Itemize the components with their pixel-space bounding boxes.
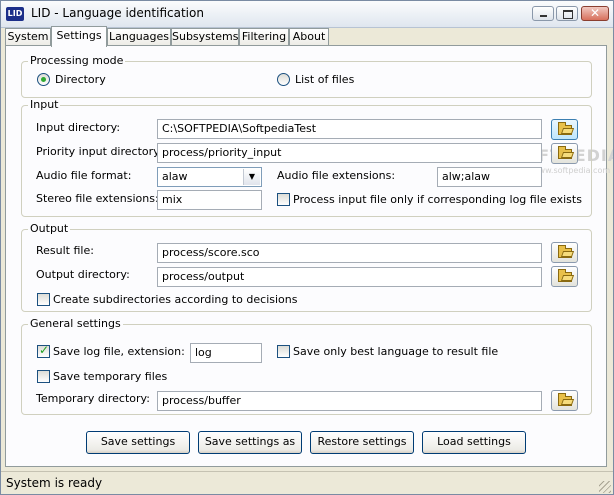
audio-file-format-label: Audio file format:	[36, 169, 132, 182]
tab-filtering[interactable]: Filtering	[239, 28, 289, 46]
input-directory-browse-button[interactable]	[551, 119, 578, 140]
log-extension-input[interactable]: log	[190, 343, 262, 363]
close-icon: ✕	[589, 6, 601, 20]
input-directory-input[interactable]: C:\SOFTPEDIA\SoftpediaTest	[157, 119, 542, 139]
save-log-checkbox[interactable]	[37, 343, 50, 358]
status-bar: System is ready	[1, 471, 613, 494]
save-temp-label[interactable]: Save temporary files	[53, 370, 167, 383]
list-of-files-radio-label[interactable]: List of files	[295, 73, 354, 86]
tab-system[interactable]: System	[5, 28, 51, 46]
priority-input-directory-label: Priority input directory:	[36, 145, 163, 158]
general-settings-group: General settings Save log file, extensio…	[21, 317, 592, 415]
output-directory-input[interactable]: process/output	[157, 267, 542, 287]
audio-file-format-select[interactable]: alaw ▼	[157, 167, 262, 187]
settings-panel: SOFTPEDIA www.softpedia.com Processing m…	[5, 45, 613, 467]
output-group-title: Output	[28, 222, 71, 235]
tab-subsystems[interactable]: Subsystems	[171, 28, 239, 46]
audio-file-extensions-input[interactable]: alw;alaw	[437, 167, 542, 187]
audio-file-extensions-label: Audio file extensions:	[277, 169, 396, 182]
save-log-label[interactable]: Save log file, extension:	[53, 345, 185, 358]
window-title: LID - Language identification	[31, 6, 204, 20]
tab-about[interactable]: About	[289, 28, 329, 46]
temp-directory-input[interactable]: process/buffer	[157, 391, 542, 411]
result-file-input[interactable]: process/score.sco	[157, 243, 542, 263]
create-subdirs-label[interactable]: Create subdirectories according to decis…	[53, 293, 297, 306]
app-icon: LID	[6, 7, 24, 21]
input-group-title: Input	[28, 98, 61, 111]
temp-directory-browse-button[interactable]	[551, 390, 578, 411]
save-best-only-checkbox[interactable]	[277, 345, 290, 358]
save-temp-checkbox[interactable]	[37, 370, 50, 383]
tab-settings[interactable]: Settings	[51, 26, 107, 47]
temp-directory-label: Temporary directory:	[36, 392, 150, 405]
tab-languages[interactable]: Languages	[107, 28, 171, 46]
input-directory-label: Input directory:	[36, 121, 121, 134]
output-directory-label: Output directory:	[36, 268, 130, 281]
open-folder-icon	[558, 122, 572, 135]
process-only-with-log-label[interactable]: Process input file only if corresponding…	[293, 193, 582, 206]
main-window: LID LID - Language identification ✕ Syst…	[0, 0, 614, 495]
minimize-icon	[540, 15, 547, 17]
stereo-file-extensions-label: Stereo file extensions:	[36, 192, 159, 205]
directory-radio[interactable]	[37, 73, 50, 86]
save-settings-as-button[interactable]: Save settings as	[198, 431, 302, 454]
close-button[interactable]: ✕	[581, 6, 609, 21]
process-only-with-log-checkbox[interactable]	[277, 193, 290, 206]
output-group: Output Result file: process/score.sco Ou…	[21, 222, 592, 312]
restore-settings-button[interactable]: Restore settings	[310, 431, 414, 454]
list-of-files-radio[interactable]	[277, 73, 290, 86]
save-settings-button[interactable]: Save settings	[86, 431, 190, 454]
stereo-file-extensions-input[interactable]: mix	[157, 190, 262, 210]
result-file-browse-button[interactable]	[551, 242, 578, 263]
processing-mode-group: Processing mode Directory List of files	[21, 54, 592, 98]
maximize-button[interactable]	[556, 6, 578, 21]
output-directory-browse-button[interactable]	[551, 266, 578, 287]
load-settings-button[interactable]: Load settings	[422, 431, 526, 454]
minimize-button[interactable]	[532, 6, 554, 21]
priority-input-directory-browse-button[interactable]	[551, 143, 578, 164]
save-best-only-label[interactable]: Save only best language to result file	[293, 345, 498, 358]
open-folder-icon	[558, 146, 572, 159]
general-settings-title: General settings	[28, 317, 123, 330]
audio-file-format-value: alaw	[162, 170, 188, 183]
directory-radio-label[interactable]: Directory	[55, 73, 106, 86]
chevron-down-icon[interactable]: ▼	[243, 169, 260, 185]
create-subdirs-checkbox[interactable]	[37, 293, 50, 306]
open-folder-icon	[558, 245, 572, 258]
result-file-label: Result file:	[36, 244, 94, 257]
resize-grip-icon[interactable]	[599, 481, 611, 493]
title-bar[interactable]: LID LID - Language identification ✕	[1, 1, 613, 28]
processing-mode-title: Processing mode	[28, 54, 126, 67]
status-text: System is ready	[6, 476, 103, 490]
open-folder-icon	[558, 393, 572, 406]
priority-input-directory-input[interactable]: process/priority_input	[157, 143, 542, 163]
maximize-icon	[563, 10, 573, 19]
open-folder-icon	[558, 269, 572, 282]
input-group: Input Input directory: C:\SOFTPEDIA\Soft…	[21, 98, 592, 217]
